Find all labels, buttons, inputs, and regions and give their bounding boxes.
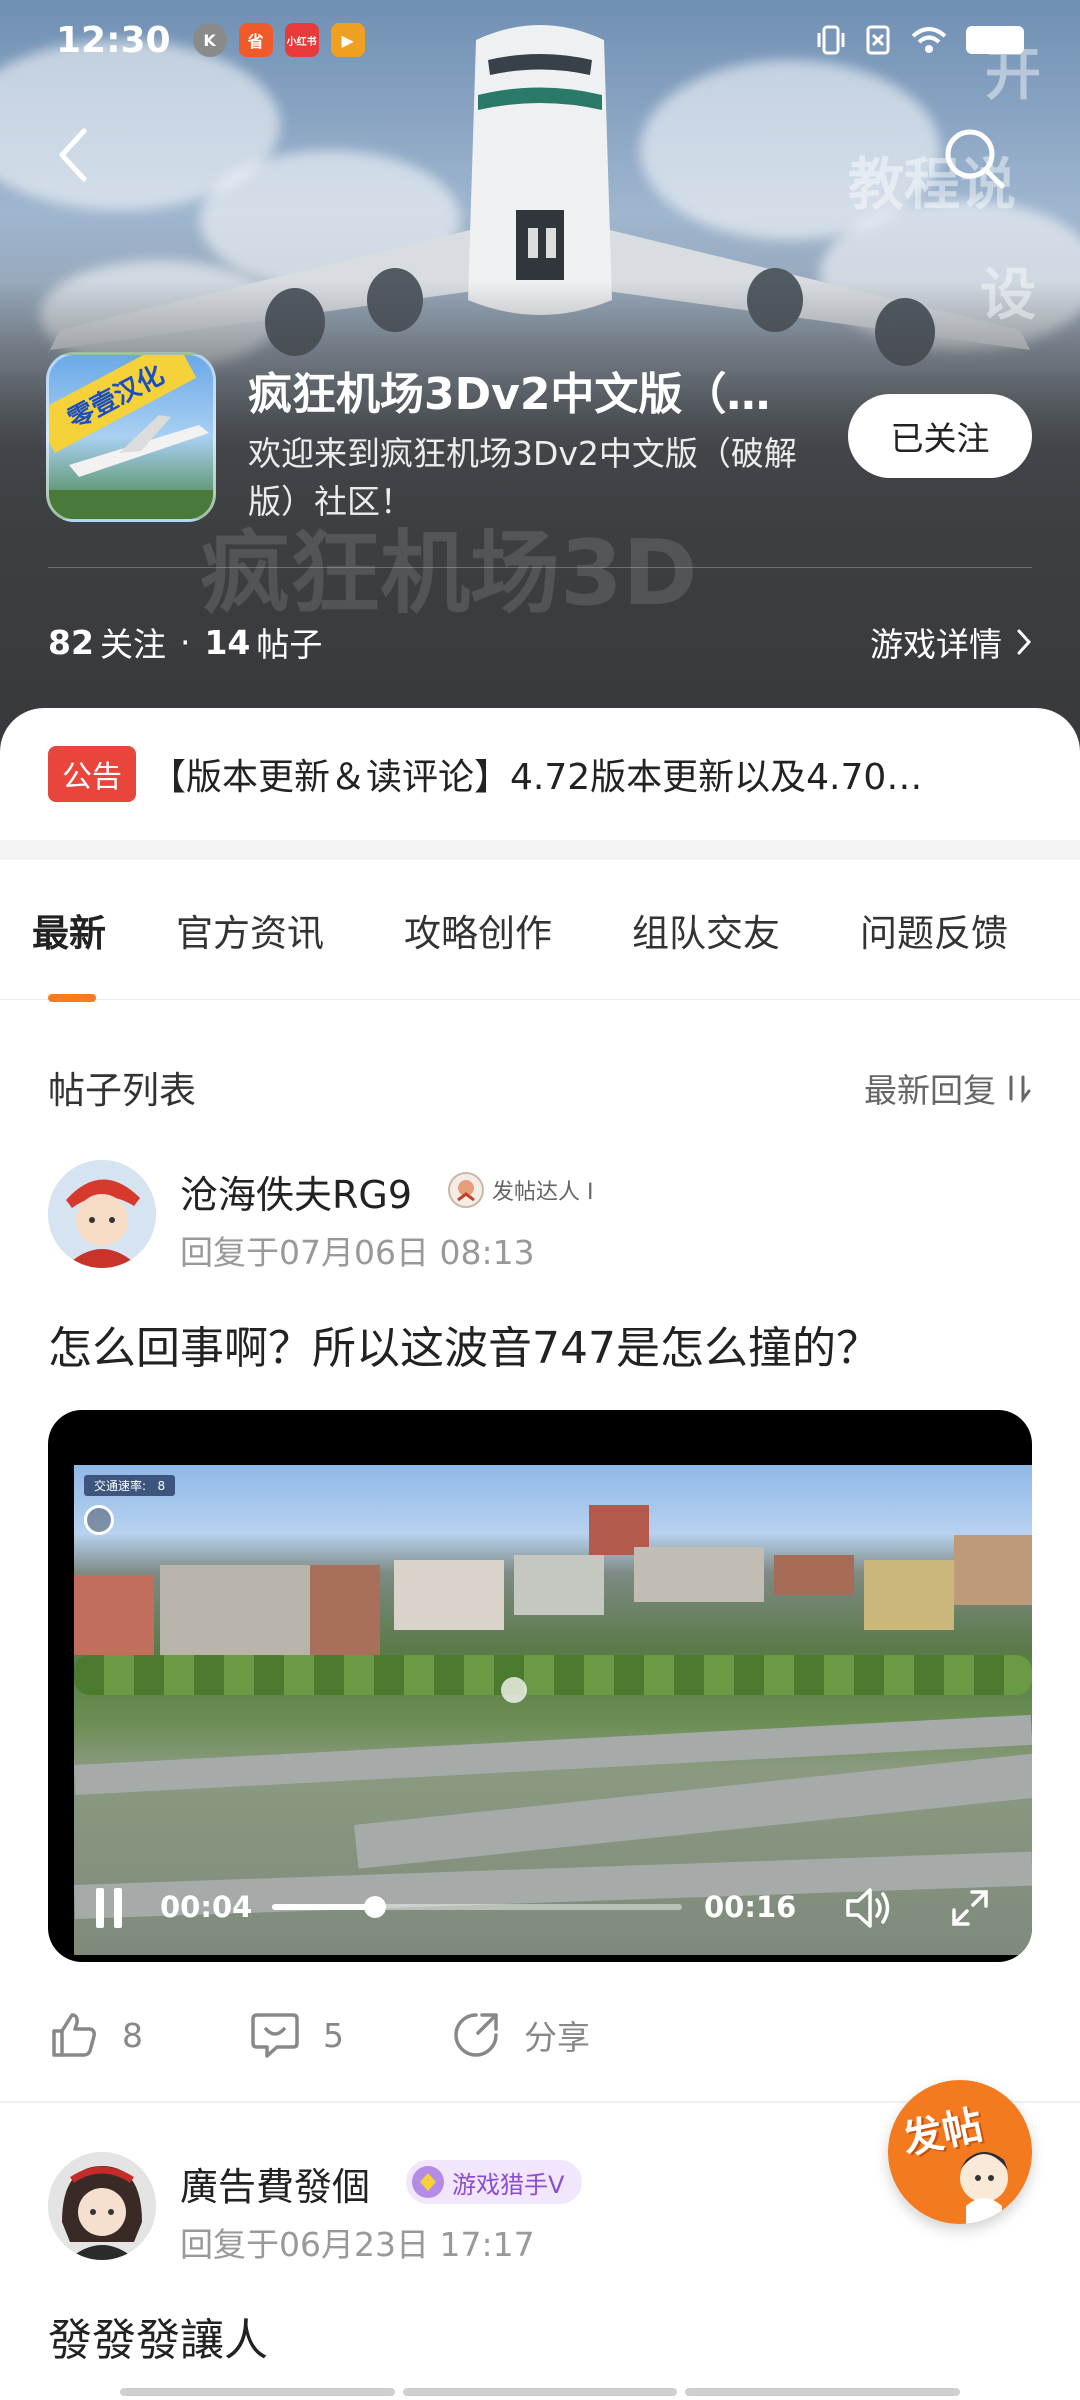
video-progress-knob[interactable] [363, 1896, 386, 1918]
section-separator [0, 840, 1080, 860]
building [74, 1575, 154, 1655]
avatar-image [48, 1160, 156, 1268]
post-title[interactable]: 發發發讓人 [48, 2304, 268, 2368]
followers-count: 82 [48, 622, 94, 662]
thumbs-up-icon [52, 2013, 96, 2057]
author-badge: 游戏猎手V [406, 2160, 583, 2204]
post-reply-time: 回复于07月06日 08:13 [180, 1233, 535, 1272]
post-actions: 8 5 分享 [48, 2000, 1032, 2070]
traffic-rate-label: 交通速率: 8 [84, 1475, 176, 1496]
author-badge-label: 游戏猎手V [452, 2170, 565, 2199]
badge-medal-icon [448, 1172, 484, 1208]
fullscreen-icon[interactable] [950, 1888, 990, 1928]
tab-official-news[interactable]: 官方资讯 [176, 860, 324, 1000]
volume-icon[interactable] [844, 1886, 894, 1930]
posts-count: 14 [204, 622, 251, 662]
video-progress-fill [272, 1904, 375, 1910]
share-button[interactable]: 分享 [450, 2009, 590, 2061]
video-controls: 00:04 00:16 [48, 1880, 1032, 1936]
shop-app-icon: 省 [238, 23, 273, 57]
post-title[interactable]: 怎么回事啊？所以这波音747是怎么撞的？ [48, 1312, 880, 1376]
sort-dropdown[interactable]: 最新回复 [864, 1064, 1032, 1112]
game-icon[interactable]: 零壹汉化 [46, 352, 216, 522]
k-app-icon: K [192, 23, 227, 57]
like-button[interactable]: 8 [48, 2009, 143, 2061]
traffic-rate-value: 8 [157, 1479, 166, 1493]
active-tab-indicator [48, 994, 96, 1002]
community-stats: 82 关注 · 14 帖子 [48, 618, 322, 666]
tab-team-up[interactable]: 组队交友 [632, 860, 780, 1000]
share-label: 分享 [524, 2018, 590, 2057]
tab-latest[interactable]: 最新 [32, 860, 106, 1000]
badge-hunter-icon [412, 2166, 444, 2198]
building [310, 1565, 380, 1665]
airplane-icon [49, 415, 213, 519]
building [954, 1535, 1032, 1605]
search-icon [945, 129, 1005, 189]
building [774, 1555, 854, 1595]
status-bar: 12:30 K 省 小红书 ▶ [0, 0, 1080, 80]
category-tabs: 最新 官方资讯 攻略创作 组队交友 问题反馈 [0, 860, 1080, 1000]
game-detail-link[interactable]: 游戏详情 [870, 618, 1032, 666]
post-reply-time: 回复于06月23日 17:17 [180, 2225, 535, 2264]
posts-label: 帖子 [256, 625, 323, 664]
post-author-name[interactable]: 廣告費發個 [180, 2156, 370, 2211]
wifi-icon [911, 27, 947, 53]
video-current-time: 00:04 [160, 1890, 253, 1924]
building [514, 1555, 604, 1615]
tab-guides[interactable]: 攻略创作 [404, 860, 552, 1000]
like-count: 8 [122, 2015, 143, 2055]
home-indicator[interactable] [120, 2388, 961, 2396]
sort-label: 最新回复 [864, 1071, 996, 1110]
comment-icon [251, 2013, 299, 2058]
post-list-title: 帖子列表 [48, 1069, 196, 1112]
game-camera-button [84, 1505, 114, 1535]
announcement-bar[interactable]: 公告 【版本更新＆读评论】4.72版本更新以及4.70… [0, 708, 1080, 840]
video-duration: 00:16 [704, 1890, 797, 1924]
stats-separator: · [179, 622, 191, 662]
follow-button[interactable]: 已关注 [848, 394, 1032, 478]
header-divider [48, 567, 1032, 568]
video-app-icon: ▶ [330, 23, 365, 57]
avatar[interactable] [48, 1160, 156, 1268]
vibrate-icon [817, 25, 845, 55]
community-title: 疯狂机场3Dv2中文版（… [248, 369, 771, 420]
chevron-left-icon [59, 128, 87, 182]
avatar-image [48, 2152, 156, 2260]
status-app-icons: K 省 小红书 ▶ [192, 23, 365, 57]
comment-button[interactable]: 5 [249, 2009, 344, 2061]
comment-count: 5 [323, 2015, 344, 2055]
announcement-text: 【版本更新＆读评论】4.72版本更新以及4.70… [150, 757, 923, 798]
tab-feedback[interactable]: 问题反馈 [860, 860, 1008, 1000]
announcement-badge: 公告 [48, 746, 136, 802]
status-indicators [816, 23, 1024, 57]
touch-indicator [501, 1677, 527, 1703]
video-progress-bar[interactable] [272, 1896, 682, 1918]
author-badge: 发帖达人 I [446, 1170, 593, 1210]
video-player[interactable]: 交通速率: 8 00:04 00:16 [48, 1410, 1032, 1962]
building [634, 1547, 764, 1602]
back-button[interactable] [48, 120, 98, 190]
battery-icon [966, 26, 1024, 54]
followers-label: 关注 [99, 625, 166, 664]
status-time: 12:30 [56, 19, 171, 61]
building [864, 1560, 954, 1630]
building [394, 1560, 504, 1630]
share-icon [454, 2013, 498, 2057]
sort-icon [1009, 1075, 1031, 1103]
post-author-name[interactable]: 沧海佚夫RG9 [180, 1164, 412, 1219]
author-badge-label: 发帖达人 I [492, 1180, 594, 1205]
avatar[interactable] [48, 2152, 156, 2260]
game-detail-label: 游戏详情 [870, 625, 1002, 664]
no-sim-icon [866, 25, 890, 55]
xiaohongshu-app-icon: 小红书 [284, 23, 319, 57]
chevron-right-icon [1017, 629, 1032, 655]
pause-icon[interactable] [94, 1886, 124, 1930]
create-post-button[interactable]: 发帖 [888, 2080, 1032, 2224]
community-description: 欢迎来到疯狂机场3Dv2中文版（破解版）社区！ [248, 434, 797, 521]
banner-art-text: 设 [980, 263, 1036, 328]
tree-line [74, 1655, 1032, 1695]
search-button[interactable] [934, 118, 1014, 198]
traffic-rate-text: 交通速率: [94, 1479, 147, 1493]
